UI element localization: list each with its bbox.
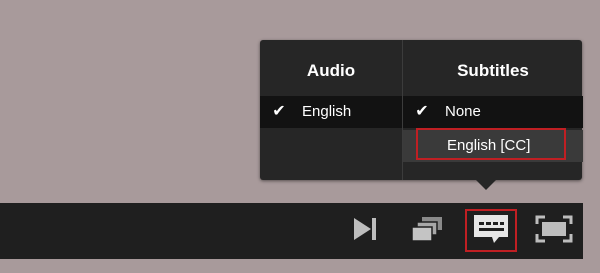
checkmark-icon: ✔ — [272, 103, 286, 120]
playlist-button[interactable] — [399, 203, 455, 259]
audio-option-label: English — [302, 103, 352, 120]
next-icon — [351, 216, 379, 247]
captions-highlight-outline — [465, 209, 517, 252]
subtitle-option-label: None — [445, 103, 481, 120]
subtitles-header: Subtitles — [457, 61, 529, 80]
subtitle-option-none[interactable]: ✔ None — [403, 96, 583, 128]
checkmark-icon: ✔ — [415, 103, 429, 120]
fullscreen-icon — [535, 215, 573, 248]
highlight-outline — [416, 128, 566, 160]
playlist-icon — [410, 215, 444, 248]
next-button[interactable] — [337, 203, 393, 259]
audio-header: Audio — [306, 61, 356, 80]
audio-column: Audio ✔ English — [260, 40, 402, 180]
fullscreen-button[interactable] — [526, 203, 582, 259]
popup-pointer — [476, 180, 496, 190]
audio-option-english[interactable]: ✔ English — [260, 96, 402, 128]
